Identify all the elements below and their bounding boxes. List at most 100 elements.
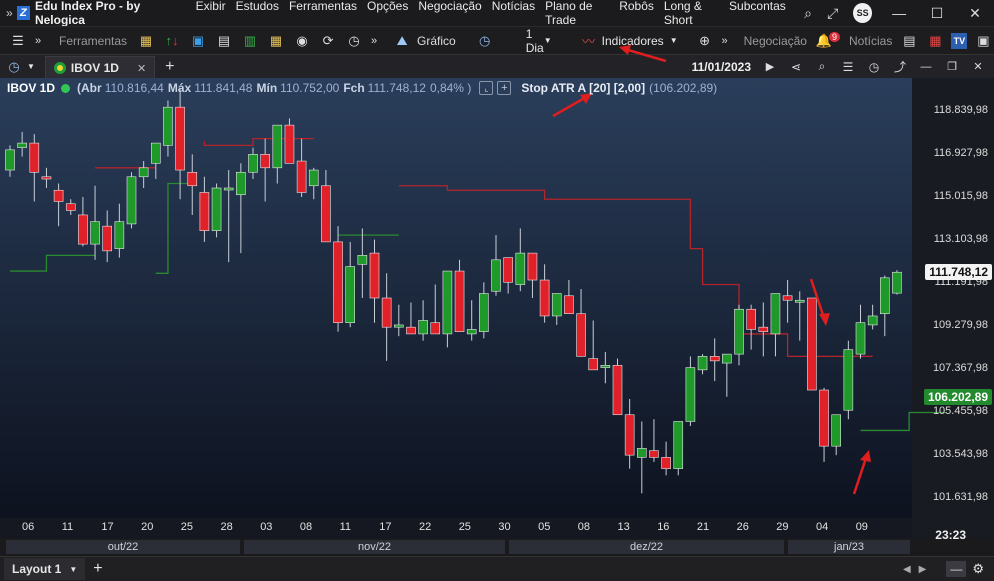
candle-body (78, 214, 88, 245)
menu-item-7[interactable]: Robôs (619, 0, 654, 27)
candle-body (430, 322, 441, 335)
columns-icon[interactable]: ▦ (266, 30, 286, 52)
candle-body (746, 308, 756, 330)
legend-low: 110.752,00 (280, 81, 340, 95)
close-tab-icon[interactable]: ✕ (137, 62, 146, 75)
app-menu-icon[interactable]: » (6, 6, 13, 20)
share-icon[interactable]: ⋖ (786, 56, 806, 78)
user-avatar[interactable]: SS (853, 3, 873, 23)
menu-item-0[interactable]: Exibir (196, 0, 226, 27)
minimize-chart-button[interactable]: — (916, 56, 936, 78)
app-title: Edu Index Pro - by Nelogica (34, 0, 141, 27)
maximize-window-button[interactable]: ☐ (918, 5, 956, 22)
close-window-button[interactable]: ✕ (956, 5, 994, 22)
notifications-icon[interactable]: 🔔 9 (814, 30, 840, 52)
indicators-button[interactable]: Indicadores ▼ (602, 34, 678, 48)
candle-body (5, 149, 15, 171)
scroll-left-icon[interactable]: ◀ (903, 564, 911, 575)
time-tick-label: 17 (101, 521, 114, 533)
candle-body (503, 257, 513, 283)
expand-icon[interactable]: ⤢ (820, 5, 845, 22)
candle-body (782, 295, 793, 301)
more-icon[interactable]: » (721, 30, 729, 52)
menu-item-2[interactable]: Ferramentas (289, 0, 357, 27)
candle-body (527, 252, 538, 281)
panel-icon[interactable]: ▣ (973, 30, 993, 52)
candle-body (685, 367, 696, 422)
timer-icon[interactable]: ◷ (344, 30, 364, 52)
indicators-icon[interactable]: 〰 (579, 30, 599, 52)
more-icon[interactable]: » (370, 30, 378, 52)
chart-button[interactable]: Gráfico (417, 34, 456, 48)
scroll-right-icon[interactable]: ▶ (919, 564, 927, 575)
replay-icon[interactable]: ⟳ (318, 30, 338, 52)
price-chart[interactable]: IBOV 1D (Abr 110.816,44 Máx 111.841,48 M… (0, 78, 994, 538)
clock-menu-icon[interactable]: ◷ (4, 56, 24, 78)
candle-body (381, 297, 392, 328)
indicator-name[interactable]: Stop ATR A [20] [2,00] (521, 81, 645, 95)
period-select[interactable]: 1 Dia ▼ (526, 27, 562, 55)
menu-item-1[interactable]: Estudos (236, 0, 279, 27)
candle-body (90, 221, 100, 245)
candle-body (53, 189, 64, 202)
report-icon[interactable]: ▦ (925, 30, 945, 52)
legend-collapse-button[interactable]: ⌞ (479, 81, 494, 95)
candle-body (126, 176, 137, 225)
layout-icon[interactable]: ▤ (214, 30, 234, 52)
add-tab-button[interactable]: + (165, 58, 174, 76)
menu-item-9[interactable]: Subcontas (729, 0, 786, 27)
grid-icon[interactable]: ▦ (136, 30, 156, 52)
candle-body (454, 270, 465, 332)
candle-body (624, 414, 635, 456)
legend-change: 0,84% ) (429, 81, 472, 95)
candle-body (199, 192, 210, 231)
candle-body (211, 187, 222, 231)
more-icon[interactable]: » (34, 30, 42, 52)
menu-item-8[interactable]: Long & Short (664, 0, 719, 27)
trend-icon[interactable]: ⤴ (890, 56, 910, 78)
restore-chart-button[interactable]: ❐ (942, 56, 962, 78)
search-icon[interactable]: ⌕ (812, 56, 832, 78)
menu-item-3[interactable]: Opções (367, 0, 408, 27)
zoom-icon[interactable]: ⊕ (695, 30, 715, 52)
settings-gear-icon[interactable]: ⚙ (972, 561, 984, 577)
add-indicator-button[interactable]: + (497, 81, 512, 95)
close-chart-button[interactable]: ✕ (968, 56, 988, 78)
time-tick-label: 11 (339, 521, 352, 533)
layout-label: Layout 1 (12, 562, 62, 576)
clock-icon[interactable]: ◷ (475, 30, 495, 52)
save-icon[interactable]: ▣ (188, 30, 208, 52)
month-label: dez/22 (509, 540, 784, 554)
menu-item-6[interactable]: Plano de Trade (545, 0, 609, 27)
price-tick-label: 115.015,98 (933, 190, 988, 202)
alarm-icon[interactable]: ◉ (292, 30, 312, 52)
price-tick-label: 109.279,98 (932, 319, 988, 331)
tab-ibov-1d[interactable]: IBOV 1D ✕ (44, 56, 156, 79)
layout-tab[interactable]: Layout 1 ▼ (4, 558, 86, 580)
time-tick-label: 30 (498, 521, 511, 533)
add-layout-button[interactable]: + (93, 560, 102, 578)
time-tick-label: 29 (776, 521, 789, 533)
list-icon[interactable]: ☰ (8, 30, 28, 52)
properties-icon[interactable]: ☰ (838, 56, 858, 78)
chevron-down-icon[interactable]: ▼ (27, 62, 35, 71)
candle-body (807, 297, 817, 391)
menu-item-4[interactable]: Negociação (418, 0, 481, 27)
table-icon[interactable]: ▤ (899, 30, 919, 52)
history-icon[interactable]: ◷ (864, 56, 884, 78)
time-tick-label: 13 (617, 521, 630, 533)
menu-item-5[interactable]: Notícias (492, 0, 535, 27)
chart-icon[interactable]: ⛰ (392, 30, 412, 52)
play-icon[interactable]: ▶ (760, 56, 780, 78)
minimize-window-button[interactable]: — (880, 5, 918, 21)
minimize-panel-button[interactable]: — (946, 561, 967, 577)
search-icon[interactable]: ⌕ (796, 5, 821, 22)
buy-sell-arrows-icon[interactable]: ↑ ↓ (162, 30, 182, 52)
tv-icon[interactable]: TV (951, 32, 968, 49)
bars-icon[interactable]: ▥ (240, 30, 260, 52)
time-tick-label: 11 (61, 521, 74, 533)
tools-label: Ferramentas (59, 33, 128, 48)
time-tick-label: 21 (696, 521, 710, 533)
candlestick-chart[interactable] (0, 78, 994, 538)
candle-body (248, 154, 258, 173)
